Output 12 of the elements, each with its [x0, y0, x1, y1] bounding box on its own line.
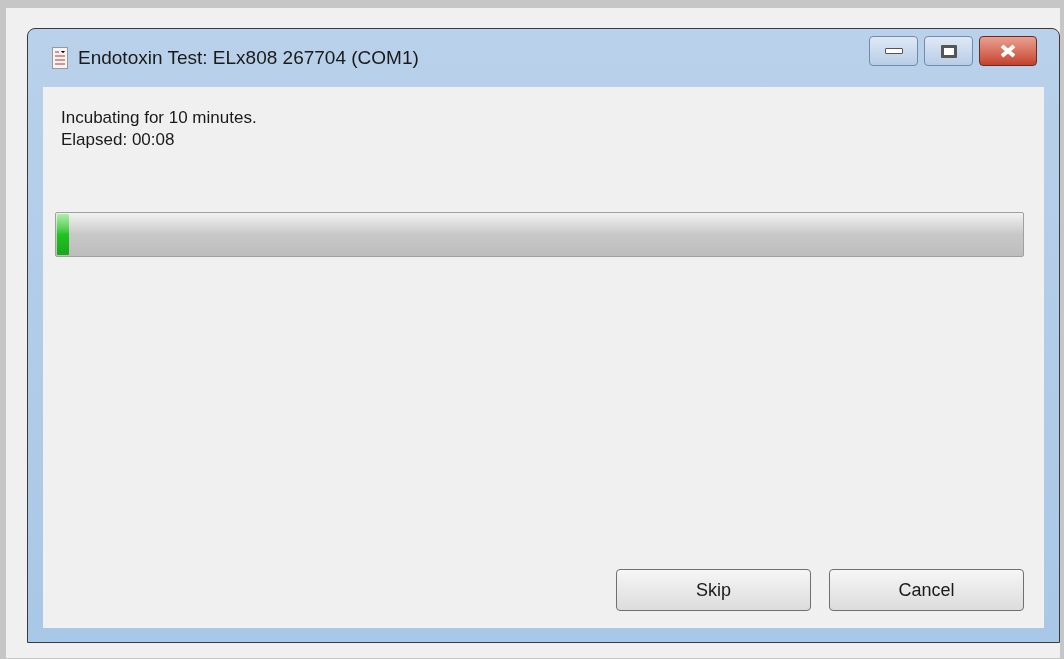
minimize-icon — [884, 48, 903, 54]
close-icon — [998, 43, 1018, 59]
document-icon — [52, 47, 68, 69]
cancel-button[interactable]: Cancel — [829, 569, 1024, 611]
maximize-button[interactable] — [924, 36, 973, 66]
status-text: Elapsed: 00:08 — [61, 129, 176, 151]
minimize-button[interactable] — [869, 36, 918, 66]
close-button[interactable] — [979, 36, 1037, 66]
status-text: Incubating for 10 minutes. — [61, 107, 258, 129]
window-title: Endotoxin Test: ELx808 267704 (COM1) — [78, 45, 419, 70]
skip-button[interactable]: Skip — [616, 569, 811, 611]
maximize-icon — [940, 44, 957, 58]
